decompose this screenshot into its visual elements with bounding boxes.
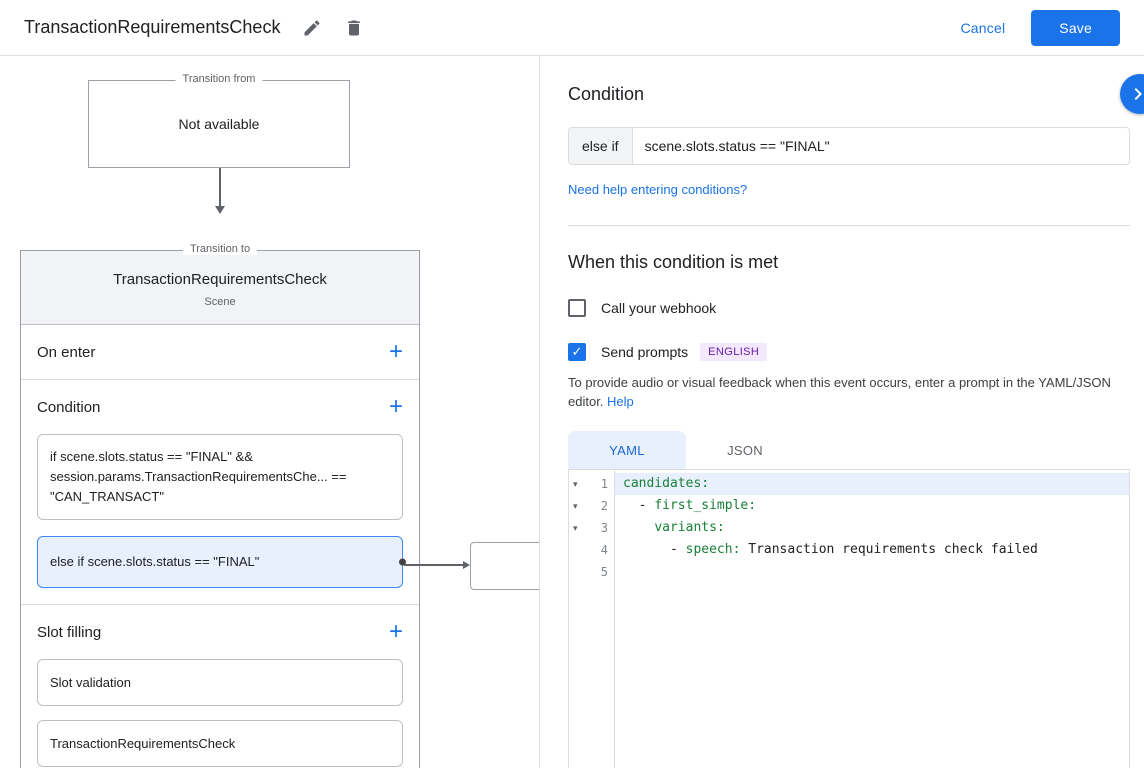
scene-canvas: Transition from Not available Transition… bbox=[0, 56, 540, 768]
yaml-key: speech: bbox=[686, 542, 741, 557]
cancel-button[interactable]: Cancel bbox=[961, 20, 1006, 36]
condition-item[interactable]: if scene.slots.status == "FINAL" && sess… bbox=[37, 434, 403, 520]
condition-label: Condition bbox=[37, 399, 100, 416]
condition-section: Condition + if scene.slots.status == "FI… bbox=[21, 380, 419, 605]
transition-from-value: Not available bbox=[89, 81, 349, 167]
gutter-row: ▾ 3 bbox=[569, 517, 614, 539]
arrow-line bbox=[219, 168, 221, 206]
fold-icon[interactable]: ▾ bbox=[573, 501, 585, 512]
fold-icon[interactable]: ▾ bbox=[573, 523, 585, 534]
code-indent bbox=[623, 520, 654, 535]
condition-input-row: else if bbox=[568, 127, 1130, 165]
webhook-checkbox[interactable] bbox=[568, 299, 586, 317]
condition-input[interactable] bbox=[633, 128, 1129, 164]
prompts-help-link[interactable]: Help bbox=[607, 394, 634, 409]
fold-icon[interactable]: ▾ bbox=[573, 479, 585, 490]
yaml-value: Transaction requirements check failed bbox=[740, 542, 1037, 557]
yaml-key: candidates: bbox=[623, 476, 709, 491]
send-prompts-label: Send prompts bbox=[601, 344, 688, 360]
transition-from-node[interactable]: Transition from Not available bbox=[88, 80, 350, 168]
prompts-description-text: To provide audio or visual feedback when… bbox=[568, 375, 1111, 409]
transition-from-label: Transition from bbox=[176, 73, 263, 85]
save-button[interactable]: Save bbox=[1031, 10, 1120, 46]
on-enter-label: On enter bbox=[37, 344, 95, 361]
scene-card-title: TransactionRequirementsCheck bbox=[37, 271, 403, 288]
yaml-editor[interactable]: ▾ 1 ▾ 2 ▾ 3 4 bbox=[568, 469, 1130, 768]
condition-panel: Condition else if Need help entering con… bbox=[540, 56, 1144, 768]
page-title: TransactionRequirementsCheck bbox=[24, 17, 280, 38]
slot-filling-section: Slot filling + Slot validation Transacti… bbox=[21, 605, 419, 767]
main-area: Transition from Not available Transition… bbox=[0, 56, 1144, 768]
scene-card-header: TransactionRequirementsCheck Scene bbox=[21, 251, 419, 325]
transition-arrow bbox=[214, 168, 225, 214]
editor-code-area[interactable]: candidates: - first_simple: variants: - … bbox=[615, 470, 1129, 768]
on-enter-section: On enter + bbox=[21, 325, 419, 380]
condition-item-selected[interactable]: else if scene.slots.status == "FINAL" bbox=[37, 536, 403, 588]
code-line[interactable] bbox=[615, 561, 1129, 583]
code-line[interactable]: - first_simple: bbox=[615, 495, 1129, 517]
panel-top-section: Condition else if Need help entering con… bbox=[540, 56, 1144, 226]
code-indent: - bbox=[623, 498, 654, 513]
webhook-row: Call your webhook bbox=[568, 299, 1130, 317]
add-condition-icon[interactable]: + bbox=[389, 397, 403, 417]
add-slot-filling-icon[interactable]: + bbox=[389, 622, 403, 642]
gutter-row: 4 bbox=[569, 539, 614, 561]
scene-card-subtitle: Scene bbox=[37, 296, 403, 308]
slot-item[interactable]: Slot validation bbox=[37, 659, 403, 706]
connector-line bbox=[404, 564, 463, 566]
connector-arrow-icon bbox=[463, 561, 470, 569]
code-line[interactable]: variants: bbox=[615, 517, 1129, 539]
add-on-enter-icon[interactable]: + bbox=[389, 342, 403, 362]
tab-yaml[interactable]: YAML bbox=[568, 431, 686, 469]
send-prompts-checkbox[interactable]: ✓ bbox=[568, 343, 586, 361]
code-line[interactable]: candidates: bbox=[615, 473, 1129, 495]
condition-connector bbox=[404, 561, 470, 569]
yaml-key: variants: bbox=[654, 520, 724, 535]
webhook-label: Call your webhook bbox=[601, 300, 716, 316]
on-enter-row[interactable]: On enter + bbox=[21, 325, 419, 379]
language-badge: ENGLISH bbox=[700, 343, 767, 361]
line-number: 3 bbox=[601, 521, 608, 535]
yaml-key: first_simple: bbox=[654, 498, 756, 513]
line-number: 2 bbox=[601, 499, 608, 513]
panel-bottom-section: When this condition is met Call your web… bbox=[540, 226, 1144, 768]
gutter-row: 5 bbox=[569, 561, 614, 583]
conditions-help-link[interactable]: Need help entering conditions? bbox=[568, 182, 747, 197]
transition-to-label: Transition to bbox=[183, 243, 257, 255]
check-icon: ✓ bbox=[572, 344, 583, 360]
panel-title: Condition bbox=[568, 84, 1130, 105]
condition-prefix: else if bbox=[569, 128, 633, 164]
code-line[interactable]: - speech: Transaction requirements check… bbox=[615, 539, 1129, 561]
code-indent: - bbox=[623, 542, 686, 557]
edit-icon[interactable] bbox=[302, 18, 322, 38]
send-prompts-row: ✓ Send prompts ENGLISH bbox=[568, 343, 1130, 361]
gutter-row: ▾ 1 bbox=[569, 473, 614, 495]
slot-filling-row[interactable]: Slot filling + bbox=[21, 605, 419, 659]
line-number: 4 bbox=[601, 543, 608, 557]
app-window: TransactionRequirementsCheck Cancel Save… bbox=[0, 0, 1144, 768]
editor-tabs: YAML JSON bbox=[568, 431, 1130, 469]
editor-gutter: ▾ 1 ▾ 2 ▾ 3 4 bbox=[569, 470, 615, 768]
top-bar-actions: Cancel Save bbox=[961, 10, 1121, 46]
slot-item[interactable]: TransactionRequirementsCheck bbox=[37, 720, 403, 767]
prompts-description: To provide audio or visual feedback when… bbox=[568, 373, 1130, 411]
gutter-row: ▾ 2 bbox=[569, 495, 614, 517]
slot-filling-label: Slot filling bbox=[37, 624, 101, 641]
when-condition-met-title: When this condition is met bbox=[568, 252, 1130, 273]
top-bar-left: TransactionRequirementsCheck bbox=[24, 17, 364, 38]
scene-card[interactable]: Transition to TransactionRequirementsChe… bbox=[20, 250, 420, 768]
condition-row[interactable]: Condition + bbox=[21, 380, 419, 434]
tab-json[interactable]: JSON bbox=[686, 431, 804, 469]
line-number: 5 bbox=[601, 565, 608, 579]
delete-icon[interactable] bbox=[344, 18, 364, 38]
condition-item-text: else if scene.slots.status == "FINAL" bbox=[50, 554, 259, 569]
top-bar: TransactionRequirementsCheck Cancel Save bbox=[0, 0, 1144, 56]
transition-target-node[interactable] bbox=[470, 542, 540, 590]
line-number: 1 bbox=[601, 477, 608, 491]
arrow-head-icon bbox=[215, 206, 225, 214]
chevron-right-icon bbox=[1126, 82, 1144, 106]
